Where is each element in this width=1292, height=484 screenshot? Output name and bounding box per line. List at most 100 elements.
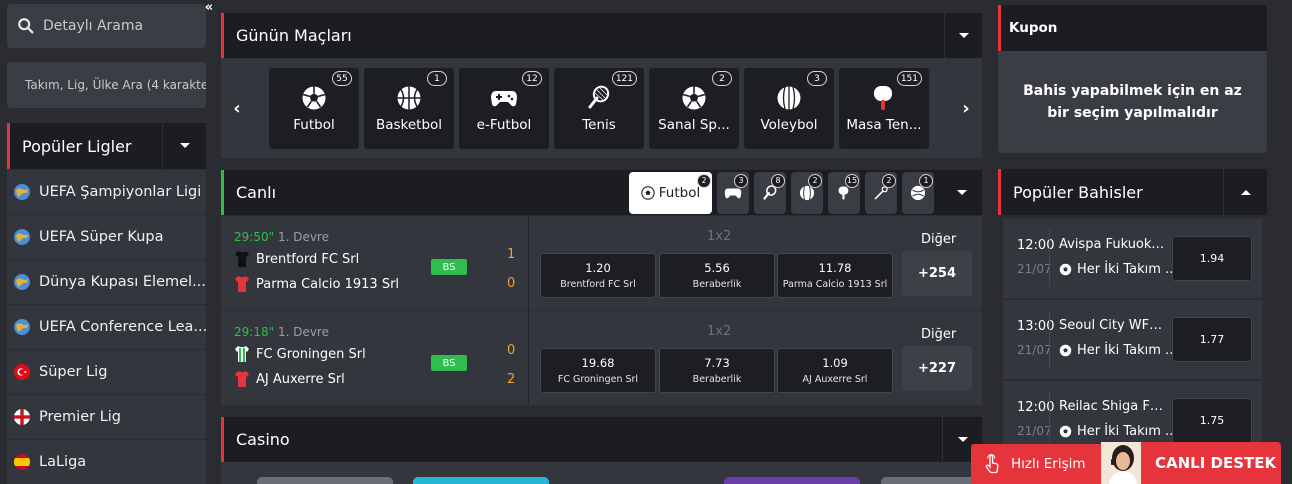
bet-type: Her İki Takım ... (1059, 424, 1177, 439)
todays-matches-header: Günün Maçları (221, 13, 982, 58)
live-match-row[interactable]: 29:18" 1. Devre FC Groningen Srl AJ Auxe… (221, 311, 982, 405)
chevron-up-icon[interactable] (1223, 169, 1267, 215)
live-sport-tabs: Futbol 2 3 8 2 15 2 1 (629, 170, 939, 215)
search-icon (18, 18, 34, 34)
live-tab-count: 3 (734, 173, 748, 188)
other-markets-button[interactable]: +254 (902, 251, 972, 296)
live-match-row[interactable]: 29:50" 1. Devre Brentford FC Srl Parma C… (221, 216, 982, 310)
collapse-sidebar-icon[interactable]: « (199, 0, 219, 15)
live-tab-masa-tenisi[interactable]: 15 (828, 171, 860, 214)
home-team: Brentford FC Srl (234, 250, 359, 268)
odd-button-away[interactable]: 11.78 Parma Calcio 1913 Srl (777, 253, 893, 298)
chevron-down-icon[interactable] (942, 170, 982, 215)
popular-leagues-title: Popüler Ligler (22, 136, 132, 156)
live-support-button[interactable]: CANLI DESTEK (1101, 442, 1281, 484)
popular-bet-item[interactable]: 13:00 21/07 Seoul City WFC ... Her İki T… (1003, 300, 1262, 379)
league-item[interactable]: Premier Lig (7, 395, 206, 439)
live-tab-other-sport[interactable]: 1 (902, 171, 934, 214)
live-tab-count: 2 (882, 173, 896, 188)
popular-bet-item[interactable]: 12:00 21/07 Avispa Fukuoka ... Her İki T… (1003, 219, 1262, 298)
volleyball-icon (775, 84, 803, 112)
carousel-next-icon[interactable]: › (950, 58, 982, 158)
globe-flag-icon (13, 183, 31, 201)
league-label: UEFA Conference Lea... (39, 319, 206, 335)
bet-odd-button[interactable]: 1.77 (1172, 317, 1252, 362)
league-label: UEFA Süper Kupa (39, 229, 164, 245)
sport-label: Tenis (582, 117, 616, 133)
match-info: 29:18" 1. Devre FC Groningen Srl AJ Auxe… (221, 311, 529, 405)
league-item[interactable]: Dünya Kupası Elemel... (7, 260, 206, 304)
sport-card-futbol[interactable]: 55 Futbol (269, 68, 359, 149)
other-markets-label: Diğer (921, 327, 957, 342)
support-agent-avatar (1101, 442, 1141, 484)
sport-card-voleybol[interactable]: 3 Voleybol (744, 68, 834, 149)
tennis-icon (585, 84, 613, 112)
bet-odd-button[interactable]: 1.75 (1172, 398, 1252, 443)
bet-match: Seoul City WFC ... (1059, 318, 1167, 333)
detailed-search-label: Detaylı Arama (43, 18, 144, 34)
bet-odd-button[interactable]: 1.94 (1172, 236, 1252, 281)
other-markets-button[interactable]: +227 (902, 346, 972, 391)
live-tab-count: 8 (771, 173, 785, 188)
league-item[interactable]: LaLiga (7, 440, 206, 484)
odd-button-home[interactable]: 1.20 Brentford FC Srl (540, 253, 656, 298)
live-tab-voleybol[interactable]: 2 (791, 171, 823, 214)
bs-badge: BS (431, 259, 467, 275)
away-team: AJ Auxerre Srl (234, 370, 345, 388)
casino-title: Casino (236, 430, 290, 449)
spain-flag-icon (13, 453, 31, 471)
market-label: 1x2 (707, 229, 732, 244)
casino-game-thumb[interactable] (413, 477, 549, 484)
casino-game-thumb[interactable] (257, 477, 393, 484)
sport-label: e-Futbol (476, 117, 532, 133)
carousel-prev-icon[interactable]: ‹ (221, 58, 253, 158)
red-shirt-icon (235, 371, 249, 387)
home-score: 0 (507, 343, 516, 358)
other-markets-label: Diğer (921, 232, 957, 247)
league-item[interactable]: Süper Lig (7, 350, 206, 394)
sport-count-badge: 2 (712, 71, 732, 86)
popular-bets-list: 12:00 21/07 Avispa Fukuoka ... Her İki T… (1003, 219, 1262, 462)
coupon-empty-message: Bahis yapabilmek için en az bir seçim ya… (998, 51, 1267, 153)
football-icon (300, 84, 328, 112)
sport-count-badge: 1 (427, 71, 447, 86)
league-item[interactable]: UEFA Şampiyonlar Ligi (7, 170, 206, 214)
casino-game-thumb[interactable] (724, 477, 860, 484)
sport-card-masa-tenisi[interactable]: 151 Masa Ten... (839, 68, 929, 149)
sport-card-sanal-spor[interactable]: 2 Sanal Sp... (649, 68, 739, 149)
sport-card-basketbol[interactable]: 1 Basketbol (364, 68, 454, 149)
odd-button-draw[interactable]: 5.56 Beraberlik (659, 253, 775, 298)
bet-date: 21/07 (1017, 424, 1052, 438)
detailed-search-button[interactable]: Detaylı Arama (7, 4, 206, 48)
england-flag-icon (13, 408, 31, 426)
odd-button-home[interactable]: 19.68 FC Groningen Srl (540, 348, 656, 393)
sport-label: Masa Ten... (846, 117, 922, 133)
sport-count-badge: 121 (611, 71, 637, 86)
casino-game-thumb[interactable] (881, 477, 981, 484)
sport-card-e-futbol[interactable]: 12 e-Futbol (459, 68, 549, 149)
league-item[interactable]: UEFA Conference Lea... (7, 305, 206, 349)
live-tab-e-futbol[interactable]: 3 (717, 171, 749, 214)
bet-type: Her İki Takım ... (1059, 343, 1177, 358)
league-label: Dünya Kupası Elemel... (39, 274, 206, 290)
odd-button-away[interactable]: 1.09 AJ Auxerre Srl (777, 348, 893, 393)
league-item[interactable]: UEFA Süper Kupa (7, 215, 206, 259)
globe-flag-icon (13, 273, 31, 291)
bet-match: Avispa Fukuoka ... (1059, 237, 1167, 252)
globe-flag-icon (13, 318, 31, 336)
chevron-down-icon[interactable] (944, 13, 982, 58)
odd-button-draw[interactable]: 7.73 Beraberlik (659, 348, 775, 393)
live-tab-badminton[interactable]: 2 (865, 171, 897, 214)
league-label: Süper Lig (39, 364, 108, 380)
popular-leagues-header: Popüler Ligler (7, 123, 206, 169)
football-icon (1059, 263, 1072, 276)
match-clock: 29:18" 1. Devre (234, 325, 329, 339)
chevron-down-icon[interactable] (162, 123, 206, 169)
turkey-flag-icon (13, 363, 31, 381)
sport-card-tenis[interactable]: 121 Tenis (554, 68, 644, 149)
team-search-input[interactable]: Takım, Lig, Ülke Ara (4 karakter) (7, 62, 206, 108)
casino-header: Casino (221, 417, 982, 462)
live-tab-tenis[interactable]: 8 (754, 171, 786, 214)
quick-access-button[interactable]: Hızlı Erişim (971, 444, 1101, 484)
live-tab-futbol[interactable]: Futbol 2 (629, 171, 712, 214)
